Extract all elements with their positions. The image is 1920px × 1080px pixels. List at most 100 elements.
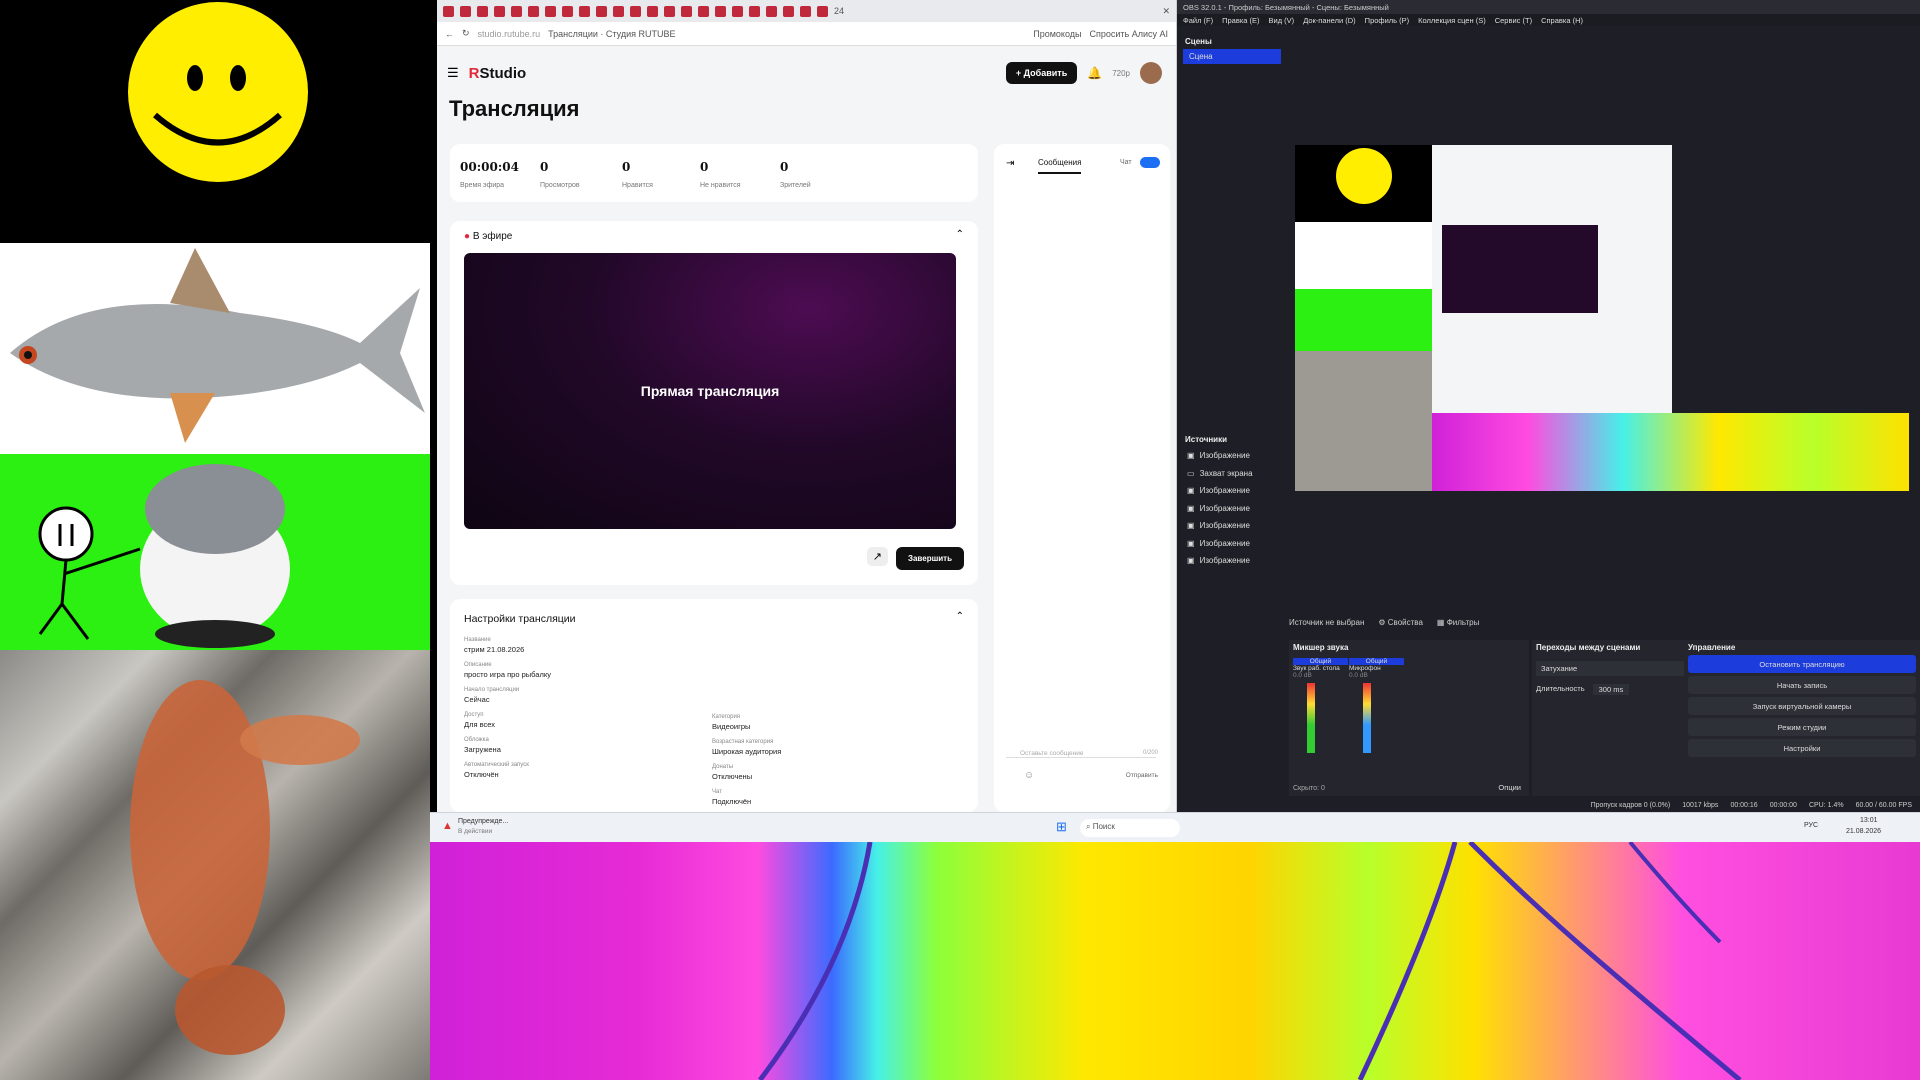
- controls-title: Управление: [1688, 643, 1736, 652]
- chat-card: ⇥ Сообщения Чат Оставьте сообщение 0/200…: [994, 144, 1170, 812]
- close-icon[interactable]: ✕: [1162, 6, 1170, 17]
- controls-dock: Управление Остановить трансляцию Начать …: [1684, 640, 1920, 796]
- settings-right-column: Категория Видеоигры Возрастная категория Ш…: [712, 714, 782, 806]
- clock-time[interactable]: 13:01: [1860, 817, 1878, 824]
- settings-title: Настройки трансляции: [464, 613, 576, 625]
- warning-icon[interactable]: ▲: [442, 820, 453, 832]
- menu-icon[interactable]: ☰: [447, 65, 459, 81]
- obs-menubar[interactable]: Файл (F) Правка (E) Вид (V) Док-панели (…: [1177, 14, 1920, 26]
- source-item[interactable]: ▣ Изображение: [1181, 500, 1283, 518]
- collapse-panel-icon[interactable]: ⇥: [1006, 158, 1014, 169]
- live-status: ● В эфире: [464, 231, 513, 242]
- send-button[interactable]: Отправить: [1126, 772, 1158, 779]
- scene-item[interactable]: Сцена: [1183, 49, 1281, 64]
- address-bar[interactable]: ← ↻ studio.rutube.ru Трансляции · Студия…: [437, 22, 1176, 46]
- source-item[interactable]: ▣ Изображение: [1181, 482, 1283, 500]
- stat-value: 00:00:04: [460, 160, 519, 174]
- lang-indicator[interactable]: РУС: [1804, 822, 1818, 829]
- page-heading: Трансляция: [449, 96, 580, 121]
- obs-preview[interactable]: [1295, 145, 1909, 491]
- obs-titlebar: OBS 32.0.1 - Профиль: Безымянный - Сцены…: [1177, 0, 1920, 14]
- back-icon[interactable]: ←: [445, 29, 454, 39]
- stat-value: 0: [540, 160, 549, 174]
- warning-subtitle: В действии: [458, 828, 493, 835]
- chat-toggle[interactable]: [1140, 157, 1160, 168]
- url-text[interactable]: studio.rutube.ru: [478, 29, 541, 39]
- stop-stream-button[interactable]: Остановить трансляцию: [1688, 655, 1916, 673]
- virtual-camera-button[interactable]: Запуск виртуальной камеры: [1688, 697, 1916, 715]
- no-source-label: Источник не выбран: [1289, 618, 1365, 627]
- studio-mode-button[interactable]: Режим студии: [1688, 718, 1916, 736]
- volume-meter[interactable]: [1363, 683, 1371, 753]
- share-icon[interactable]: ↗: [866, 547, 888, 566]
- tab-count[interactable]: 24: [834, 6, 844, 16]
- chat-tab[interactable]: Сообщения: [1038, 158, 1082, 174]
- hidden-count: Скрыто: 0: [1293, 785, 1325, 792]
- obs-window: OBS 32.0.1 - Профиль: Безымянный - Сцены…: [1177, 0, 1920, 812]
- chat-toggle-label: Чат: [1120, 159, 1132, 166]
- collapse-icon[interactable]: ⌃: [956, 611, 964, 622]
- volume-meter[interactable]: [1307, 683, 1315, 753]
- menu-item[interactable]: Сервис (T): [1495, 16, 1532, 25]
- settings-button[interactable]: Настройки: [1688, 739, 1916, 757]
- bookmark-alice[interactable]: Спросить Алису AI: [1089, 29, 1168, 39]
- warning-title[interactable]: Предупрежде...: [458, 818, 508, 825]
- browser-tab-strip[interactable]: 24 ✕: [437, 0, 1176, 22]
- source-toolbar: Источник не выбран ⚙ Свойства ▦ Фильтры: [1289, 618, 1479, 627]
- stat-label: Нравится: [622, 182, 653, 189]
- quality-badge[interactable]: 720p: [1112, 69, 1130, 78]
- avatar[interactable]: [1140, 62, 1162, 84]
- stat-value: 0: [622, 160, 631, 174]
- obs-statusbar: Пропуск кадров 0 (0.0%) 10017 kbps 00:00:1…: [1590, 801, 1912, 809]
- fractal-image: [430, 840, 1920, 1080]
- settings-card: Настройки трансляции ⌃ Название стрим 21.…: [450, 599, 978, 812]
- stat-value: 0: [780, 160, 789, 174]
- menu-item[interactable]: Профиль (P): [1365, 16, 1409, 25]
- menu-item[interactable]: Правка (E): [1222, 16, 1259, 25]
- reload-icon[interactable]: ↻: [462, 28, 470, 39]
- menu-item[interactable]: Док-панели (D): [1303, 16, 1355, 25]
- start-icon[interactable]: ⊞: [1056, 819, 1067, 835]
- source-item[interactable]: ▣ Изображение: [1181, 552, 1283, 570]
- sources-title: Источники: [1185, 435, 1228, 444]
- source-item[interactable]: ▣ Изображение: [1181, 517, 1283, 535]
- studio-logo[interactable]: RStudio: [469, 65, 527, 82]
- settings-left-column: Название стрим 21.08.2026 Описание просто …: [464, 637, 551, 779]
- menu-item[interactable]: Справка (H): [1541, 16, 1583, 25]
- squirrel-image: [0, 650, 430, 1080]
- source-item[interactable]: ▣ Изображение: [1181, 447, 1283, 465]
- source-item[interactable]: ▣ Изображение: [1181, 535, 1283, 553]
- emoji-icon[interactable]: ☺: [1024, 770, 1034, 781]
- duration-input[interactable]: 300 ms: [1592, 684, 1630, 695]
- chat-counter: 0/200: [1142, 750, 1158, 756]
- menu-item[interactable]: Коллекция сцен (S): [1418, 16, 1486, 25]
- cat-meme-image: [0, 454, 430, 650]
- live-card: ● В эфире ⌃ Прямая трансляция ↗ Завершит…: [450, 221, 978, 585]
- menu-item[interactable]: Вид (V): [1269, 16, 1295, 25]
- start-record-button[interactable]: Начать запись: [1688, 676, 1916, 694]
- stats-card: 00:00:04 Время эфира 0 Просмотров 0 Нравитс…: [450, 144, 978, 202]
- collapse-icon[interactable]: ⌃: [956, 229, 964, 240]
- stat-value: 0: [700, 160, 709, 174]
- clock-date[interactable]: 21.08.2026: [1846, 828, 1881, 835]
- mixer-channel-name: Микрофон: [1349, 665, 1381, 672]
- bookmark-promo[interactable]: Промокоды: [1033, 29, 1081, 39]
- player-text: Прямая трансляция: [640, 383, 780, 399]
- browser-window: 24 ✕ ← ↻ studio.rutube.ru Трансляции · С…: [437, 0, 1177, 812]
- finish-button[interactable]: Завершить: [895, 547, 964, 570]
- stat-label: Просмотров: [540, 182, 580, 189]
- bell-icon[interactable]: 🔔: [1087, 66, 1102, 80]
- smiley-image: [0, 0, 430, 243]
- menu-item[interactable]: Файл (F): [1183, 16, 1213, 25]
- chat-input[interactable]: Оставьте сообщение: [1006, 750, 1156, 758]
- stat-label: Не нравится: [700, 182, 741, 189]
- search-box[interactable]: ⌕ Поиск: [1080, 819, 1180, 837]
- add-button[interactable]: + Добавить: [1005, 62, 1078, 84]
- properties-button[interactable]: ⚙ Свойства: [1378, 618, 1423, 627]
- video-player[interactable]: Прямая трансляция: [464, 253, 956, 529]
- filters-button[interactable]: ▦ Фильтры: [1437, 618, 1479, 627]
- options-button[interactable]: Опции: [1498, 783, 1521, 792]
- source-item[interactable]: ▭ Захват экрана: [1181, 465, 1283, 483]
- page-title: Трансляции · Студия RUTUBE: [548, 28, 676, 39]
- transition-select[interactable]: Затухание: [1536, 661, 1708, 676]
